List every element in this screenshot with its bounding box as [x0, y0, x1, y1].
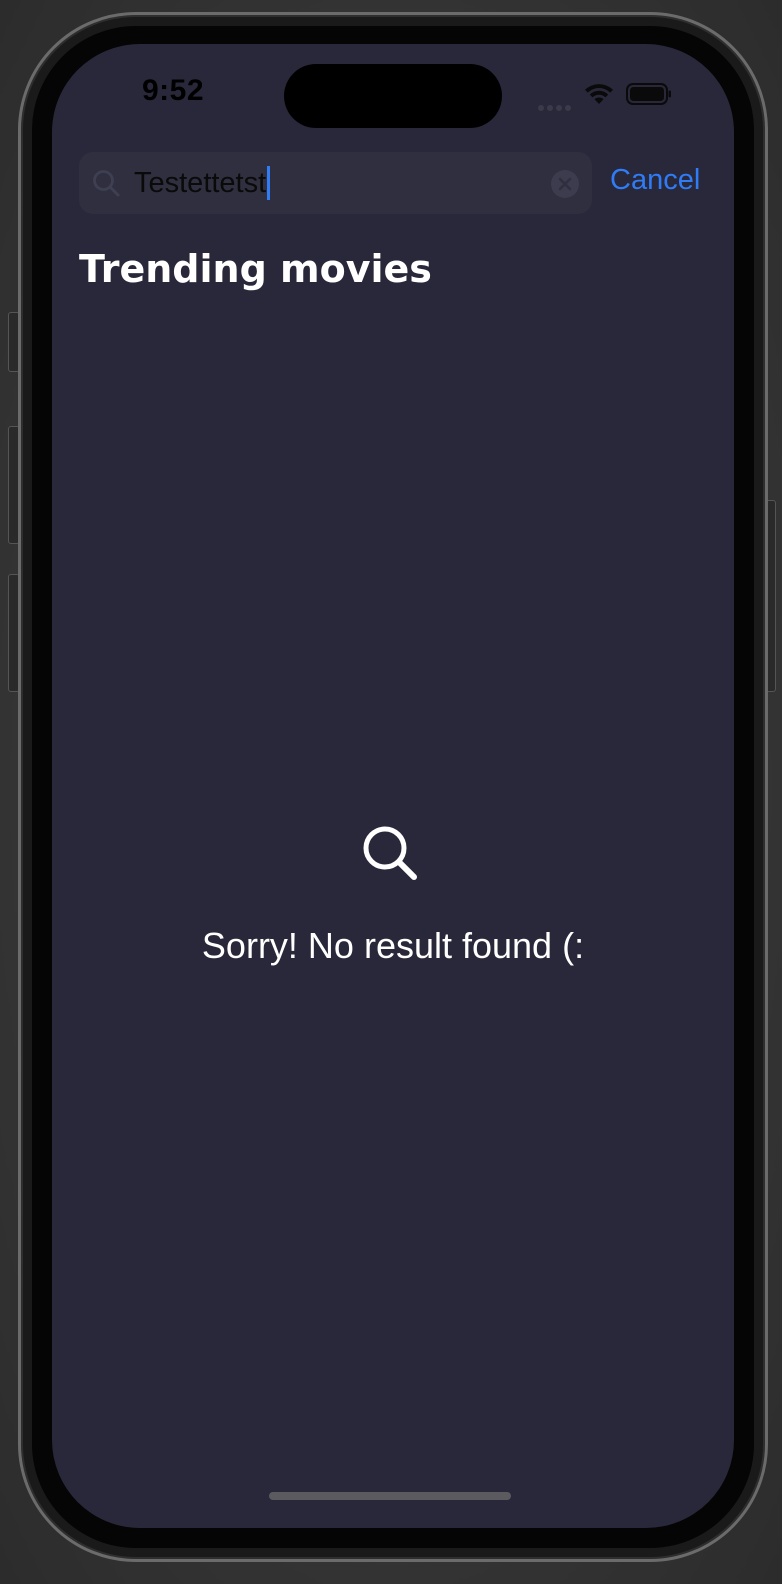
text-caret — [267, 166, 271, 200]
empty-state-message: Sorry! No result found (: — [201, 925, 585, 966]
search-input-value: Testettetst — [134, 167, 267, 199]
cellular-signal-icon — [538, 98, 574, 111]
section-title: Trending movies — [79, 247, 432, 291]
wifi-icon — [585, 84, 613, 104]
battery-icon — [626, 83, 671, 105]
search-input[interactable]: Testettetst — [134, 166, 271, 200]
search-icon — [93, 170, 120, 197]
home-indicator[interactable] — [269, 1492, 511, 1500]
clear-circle-icon[interactable] — [550, 169, 580, 199]
dynamic-island — [284, 64, 502, 128]
status-time: 9:52 — [142, 74, 205, 107]
search-field[interactable]: Testettetst — [79, 152, 592, 214]
app-screen: 9:52 Testettetst Cancel Trending movies … — [52, 44, 734, 1528]
search-icon — [363, 826, 417, 880]
cancel-button[interactable]: Cancel — [610, 162, 700, 198]
